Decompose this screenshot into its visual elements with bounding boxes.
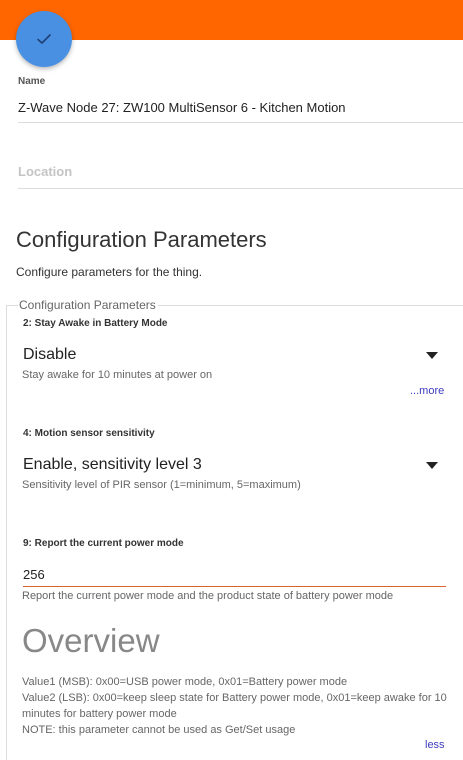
param-9-label: 9: Report the current power mode — [23, 538, 184, 549]
dropdown-arrow-icon — [426, 351, 438, 359]
param-2-help: Stay awake for 10 minutes at power on — [22, 369, 213, 381]
save-button[interactable] — [16, 11, 72, 67]
name-field-label: Name — [18, 76, 46, 87]
name-field[interactable]: Z-Wave Node 27: ZW100 MultiSensor 6 - Ki… — [18, 100, 346, 115]
overview-line: Value2 (LSB): 0x00=keep sleep state for … — [22, 692, 447, 720]
param-2-select-value: Disable — [23, 346, 77, 363]
overview-title: Overview — [22, 622, 160, 659]
fieldset-left-border — [6, 305, 7, 760]
fieldset-legend: Configuration Parameters — [18, 298, 158, 312]
location-field[interactable]: Location — [18, 164, 72, 179]
param-9-less-link[interactable]: less — [425, 739, 445, 751]
configuration-title: Configuration Parameters — [16, 227, 267, 252]
overview-line: NOTE: this parameter cannot be used as G… — [22, 724, 296, 736]
param-4-select[interactable]: Enable, sensitivity level 3 — [23, 454, 441, 476]
param-4-select-value: Enable, sensitivity level 3 — [23, 456, 202, 473]
overview-line: Value1 (MSB): 0x00=USB power mode, 0x01=… — [22, 676, 348, 688]
param-9-help: Report the current power mode and the pr… — [22, 590, 394, 602]
param-9-input[interactable]: 256 — [23, 565, 446, 587]
param-2-label: 2: Stay Awake in Battery Mode — [23, 318, 168, 329]
name-field-underline — [18, 122, 463, 123]
param-2-select[interactable]: Disable — [23, 344, 441, 366]
param-4-help: Sensitivity level of PIR sensor (1=minim… — [22, 479, 301, 491]
location-field-underline — [18, 188, 463, 189]
configuration-description: Configure parameters for the thing. — [16, 265, 203, 279]
param-4-label: 4: Motion sensor sensitivity — [23, 428, 155, 439]
param-2-more-link[interactable]: ...more — [410, 385, 444, 397]
check-icon — [37, 34, 51, 44]
dropdown-arrow-icon — [426, 461, 438, 469]
overview-text: Value1 (MSB): 0x00=USB power mode, 0x01=… — [22, 674, 452, 738]
